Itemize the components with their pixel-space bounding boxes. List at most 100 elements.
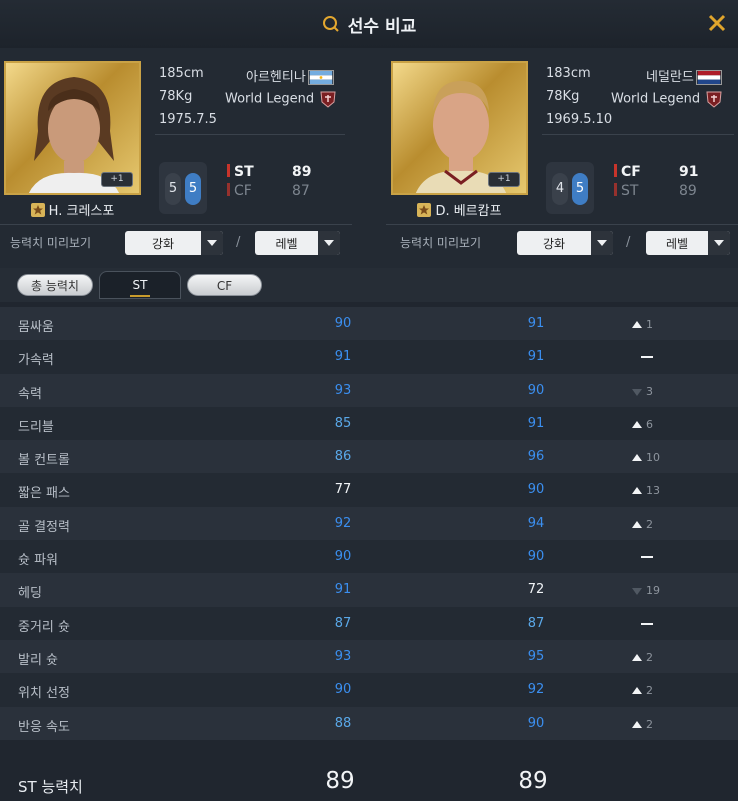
arrow-up-icon (632, 653, 642, 661)
separator-slash: / (236, 235, 241, 250)
stat-value-left: 90 (334, 682, 352, 698)
player-card-right[interactable]: +1 (391, 61, 528, 195)
stat-diff-value: 13 (646, 484, 660, 498)
player-name-left: H. 크레스포 (4, 200, 141, 219)
star-icon (417, 202, 432, 217)
preferred-foot-left: 5 5 (159, 162, 207, 214)
stat-preview-label-right: 능력치 미리보기 (400, 236, 482, 250)
stat-row: 반응 속도 88 90 2 (0, 706, 738, 740)
star-icon (30, 202, 45, 217)
club-emblem-icon (320, 91, 336, 108)
stat-row: 중거리 슛 87 87 (0, 606, 738, 640)
stat-value-left: 93 (334, 382, 352, 398)
position-label: CF (234, 183, 252, 199)
position-ovr: 91 (679, 164, 699, 180)
stat-value-left: 91 (334, 349, 352, 365)
stat-diff-value: 2 (646, 717, 653, 731)
close-icon[interactable] (706, 12, 728, 34)
tab-st[interactable]: ST (99, 271, 181, 299)
stat-name: 가속력 (18, 353, 54, 369)
divider (542, 134, 734, 135)
position-ovr: 89 (292, 164, 312, 180)
tab-total[interactable]: 총 능력치 (17, 274, 93, 296)
flag-netherlands-icon (695, 70, 722, 85)
stat-name: 위치 선정 (18, 686, 70, 702)
stat-diff: 1 (632, 318, 672, 331)
stat-name: 슛 파워 (18, 553, 59, 569)
stat-value-right: 90 (527, 482, 545, 498)
arrow-down-icon (632, 388, 642, 396)
stat-row: 몸싸움 90 91 1 (0, 307, 738, 341)
stat-diff: 10 (632, 451, 672, 464)
stat-diff: 2 (632, 518, 672, 531)
left-foot-icon: 4 (552, 173, 568, 205)
right-foot-icon: 5 (185, 173, 201, 205)
stat-diff (632, 551, 672, 564)
player-card-left[interactable]: +1 (4, 61, 141, 195)
stat-value-right: 94 (527, 515, 545, 531)
stat-row: 가속력 91 91 (0, 340, 738, 374)
stat-row: 볼 컨트롤 86 96 10 (0, 440, 738, 474)
player-name-right: D. 베르캄프 (391, 200, 528, 219)
chevron-down-icon (591, 231, 613, 255)
separator-slash: / (626, 235, 631, 250)
stat-diff: 2 (632, 651, 672, 664)
equal-dash-icon (641, 556, 653, 559)
arrow-up-icon (632, 720, 642, 728)
stat-row: 속력 93 90 3 (0, 373, 738, 407)
stat-row: 슛 파워 90 90 (0, 540, 738, 574)
stat-name: 몸싸움 (18, 320, 54, 335)
stat-value-left: 77 (334, 482, 352, 498)
stat-row: 짧은 패스 77 90 13 (0, 473, 738, 507)
stat-name: 발리 슛 (18, 652, 59, 668)
stat-name: 중거리 슛 (18, 619, 70, 635)
birthdate: 1969.5.10 (546, 112, 613, 127)
right-foot-icon: 5 (572, 173, 588, 205)
stat-tabs: 총 능력치 ST CF (0, 268, 738, 302)
stat-value-right: 91 (527, 349, 545, 365)
height: 185cm (159, 66, 204, 81)
stat-value-left: 88 (334, 715, 352, 731)
position-secondary-left: CF 87 (227, 183, 310, 199)
stat-name: 골 결정력 (18, 519, 70, 535)
stat-name: 속력 (18, 386, 42, 402)
stat-value-left: 92 (334, 515, 352, 531)
weight: 78Kg (159, 89, 193, 104)
club: World Legend (225, 89, 338, 109)
divider (155, 134, 345, 135)
stat-diff-value: 19 (646, 584, 660, 598)
stat-diff (632, 351, 672, 364)
total-left: 89 (325, 768, 355, 794)
position-ovr: 87 (292, 183, 310, 199)
level-dropdown-left[interactable]: 레벨 (255, 231, 340, 255)
stat-diff-value: 2 (646, 684, 653, 698)
enhance-dropdown-left[interactable]: 강화 (125, 231, 223, 255)
stat-value-right: 91 (527, 316, 545, 331)
enhance-dropdown-right[interactable]: 강화 (517, 231, 613, 255)
stat-value-right: 72 (527, 582, 545, 598)
arrow-up-icon (632, 454, 642, 462)
chevron-down-icon (318, 231, 340, 255)
stat-diff: 13 (632, 484, 672, 497)
stat-name: 반응 속도 (18, 719, 70, 735)
stat-value-right: 92 (527, 682, 545, 698)
stat-diff-value: 2 (646, 517, 653, 531)
stat-value-left: 85 (334, 415, 352, 431)
stat-diff-value: 1 (646, 318, 653, 331)
level-dropdown-right[interactable]: 레벨 (646, 231, 730, 255)
tab-cf[interactable]: CF (187, 274, 262, 296)
stat-diff (632, 618, 672, 631)
club-emblem-icon (706, 91, 722, 108)
birthdate: 1975.7.5 (159, 112, 217, 127)
preferred-foot-right: 4 5 (546, 162, 594, 214)
arrow-up-icon (632, 420, 642, 428)
stat-value-right: 95 (527, 648, 545, 664)
stat-name: 볼 컨트롤 (18, 453, 70, 469)
stat-value-left: 90 (334, 549, 352, 565)
enhance-level-badge: +1 (101, 172, 133, 187)
club-text: World Legend (225, 91, 315, 107)
dropdown-label: 강화 (542, 236, 566, 251)
stat-name: 헤딩 (18, 586, 42, 602)
divider (0, 224, 352, 225)
position-primary-left: ST 89 (227, 164, 311, 180)
